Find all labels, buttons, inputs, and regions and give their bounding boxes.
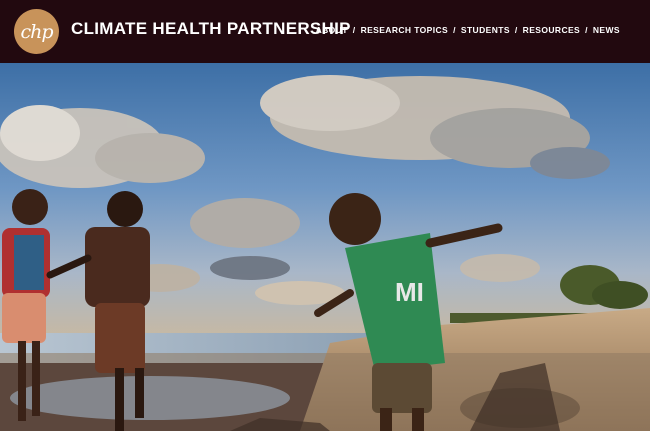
nav-item-students[interactable]: STUDENTS [461,25,510,35]
nav-item-resources[interactable]: RESOURCES [523,25,580,35]
nav-item-about[interactable]: ABOUT [316,25,348,35]
hero-image: MI [0,63,650,431]
site-header: chp CLIMATE HEALTH PARTNERSHIP ABOUT / R… [0,0,650,63]
site-logo[interactable]: chp [14,9,59,54]
nav-item-research-topics[interactable]: RESEARCH TOPICS [361,25,449,35]
nav-separator: / [514,25,518,35]
main-nav: ABOUT / RESEARCH TOPICS / STUDENTS / RES… [316,25,620,35]
site-title[interactable]: CLIMATE HEALTH PARTNERSHIP [71,19,351,39]
shirt-text: MI [395,277,424,307]
logo-text: chp [20,20,53,43]
nav-item-news[interactable]: NEWS [593,25,620,35]
nav-separator: / [585,25,588,35]
nav-separator: / [352,25,356,35]
hero-photo: MI [0,63,650,431]
nav-separator: / [453,25,456,35]
